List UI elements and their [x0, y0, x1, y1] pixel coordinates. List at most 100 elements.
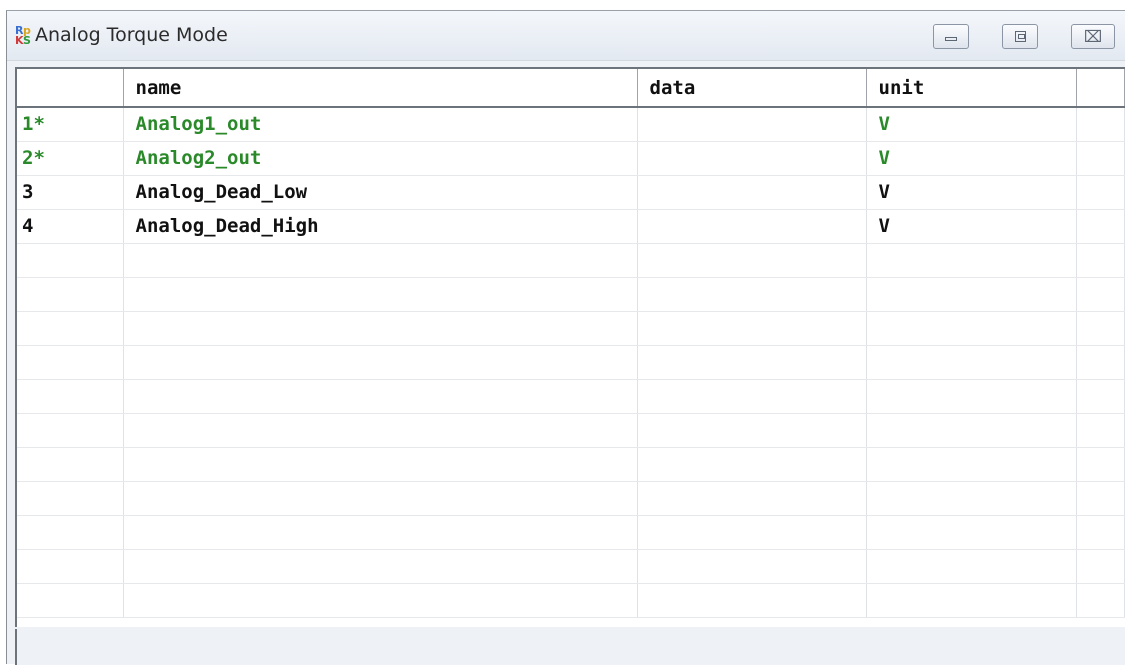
- row-filler-cell: [1076, 481, 1125, 516]
- table-row[interactable]: 4 Analog_Dead_High V: [17, 209, 1125, 244]
- row-data-cell[interactable]: [637, 141, 867, 176]
- row-index-cell: [17, 413, 124, 448]
- row-index-cell: [17, 243, 124, 278]
- row-unit-cell: [866, 549, 1077, 584]
- row-filler-cell: [1076, 447, 1125, 482]
- maximize-button[interactable]: [1002, 24, 1038, 49]
- table-row[interactable]: [17, 583, 1125, 618]
- row-index-cell: 1*: [17, 107, 124, 142]
- row-data-cell[interactable]: [637, 243, 867, 278]
- row-unit-cell: [866, 515, 1077, 550]
- parameter-grid[interactable]: name data unit 1* Analog1_out V 2* Analog2_o…: [15, 67, 1125, 627]
- row-filler-cell: [1076, 209, 1125, 244]
- row-name-cell: Analog_Dead_Low: [123, 175, 638, 210]
- row-name-cell: [123, 447, 638, 482]
- table-row[interactable]: 1* Analog1_out V: [17, 107, 1125, 142]
- row-data-cell[interactable]: [637, 515, 867, 550]
- row-filler-cell: [1076, 311, 1125, 346]
- row-filler-cell: [1076, 583, 1125, 618]
- row-unit-cell: V: [866, 107, 1077, 142]
- row-data-cell[interactable]: [637, 583, 867, 618]
- row-filler-cell: [1076, 243, 1125, 278]
- row-name-cell: [123, 311, 638, 346]
- row-name-cell: Analog2_out: [123, 141, 638, 176]
- row-name-cell: [123, 345, 638, 380]
- row-name-cell: Analog_Dead_High: [123, 209, 638, 244]
- row-index-cell: [17, 583, 124, 618]
- minimize-icon: [945, 37, 957, 41]
- row-unit-cell: [866, 583, 1077, 618]
- close-icon: ⌧: [1083, 27, 1103, 46]
- header-data[interactable]: data: [637, 69, 867, 108]
- analog-torque-mode-window: RpKS Analog Torque Mode ⌧ name data unit…: [6, 10, 1125, 665]
- row-data-cell[interactable]: [637, 379, 867, 414]
- row-data-cell[interactable]: [637, 277, 867, 312]
- row-data-cell[interactable]: [637, 345, 867, 380]
- header-index[interactable]: [17, 69, 124, 108]
- table-row[interactable]: 2* Analog2_out V: [17, 141, 1125, 176]
- table-row[interactable]: [17, 345, 1125, 380]
- row-unit-cell: [866, 413, 1077, 448]
- row-index-cell: 4: [17, 209, 124, 244]
- row-index-cell: [17, 379, 124, 414]
- row-unit-cell: [866, 345, 1077, 380]
- app-icon: RpKS: [15, 24, 31, 47]
- row-name-cell: Analog1_out: [123, 107, 638, 142]
- table-row[interactable]: [17, 277, 1125, 312]
- row-data-cell[interactable]: [637, 447, 867, 482]
- row-name-cell: [123, 515, 638, 550]
- row-filler-cell: [1076, 549, 1125, 584]
- table-row[interactable]: [17, 413, 1125, 448]
- row-name-cell: [123, 379, 638, 414]
- row-data-cell[interactable]: [637, 481, 867, 516]
- maximize-icon: [1015, 31, 1026, 42]
- row-data-cell[interactable]: [637, 175, 867, 210]
- row-index-cell: [17, 549, 124, 584]
- row-name-cell: [123, 243, 638, 278]
- row-filler-cell: [1076, 107, 1125, 142]
- row-name-cell: [123, 583, 638, 618]
- row-name-cell: [123, 549, 638, 584]
- row-data-cell[interactable]: [637, 549, 867, 584]
- parameter-table: name data unit 1* Analog1_out V 2* Analog2_o…: [17, 69, 1125, 618]
- header-unit[interactable]: unit: [866, 69, 1077, 108]
- row-filler-cell: [1076, 345, 1125, 380]
- title-bar[interactable]: RpKS Analog Torque Mode ⌧: [7, 11, 1125, 61]
- table-row[interactable]: [17, 481, 1125, 516]
- row-filler-cell: [1076, 515, 1125, 550]
- row-data-cell[interactable]: [637, 107, 867, 142]
- table-row[interactable]: [17, 549, 1125, 584]
- row-filler-cell: [1076, 141, 1125, 176]
- table-row[interactable]: [17, 515, 1125, 550]
- table-row[interactable]: [17, 379, 1125, 414]
- row-filler-cell: [1076, 379, 1125, 414]
- header-row: name data unit: [17, 69, 1125, 108]
- table-row[interactable]: 3 Analog_Dead_Low V: [17, 175, 1125, 210]
- status-bar: [15, 629, 1125, 665]
- close-button[interactable]: ⌧: [1071, 24, 1115, 49]
- header-name[interactable]: name: [123, 69, 638, 108]
- row-unit-cell: [866, 481, 1077, 516]
- row-unit-cell: V: [866, 141, 1077, 176]
- table-row[interactable]: [17, 243, 1125, 278]
- row-unit-cell: [866, 447, 1077, 482]
- row-index-cell: [17, 481, 124, 516]
- row-index-cell: [17, 345, 124, 380]
- row-filler-cell: [1076, 413, 1125, 448]
- row-unit-cell: [866, 277, 1077, 312]
- header-filler: [1076, 69, 1125, 108]
- minimize-button[interactable]: [933, 24, 969, 49]
- row-name-cell: [123, 413, 638, 448]
- row-index-cell: [17, 447, 124, 482]
- row-name-cell: [123, 481, 638, 516]
- table-row[interactable]: [17, 447, 1125, 482]
- row-data-cell[interactable]: [637, 209, 867, 244]
- row-unit-cell: V: [866, 175, 1077, 210]
- row-filler-cell: [1076, 277, 1125, 312]
- row-data-cell[interactable]: [637, 311, 867, 346]
- row-data-cell[interactable]: [637, 413, 867, 448]
- row-unit-cell: [866, 243, 1077, 278]
- table-row[interactable]: [17, 311, 1125, 346]
- table-body: 1* Analog1_out V 2* Analog2_out V 3 Analog_Dead…: [17, 107, 1125, 618]
- row-name-cell: [123, 277, 638, 312]
